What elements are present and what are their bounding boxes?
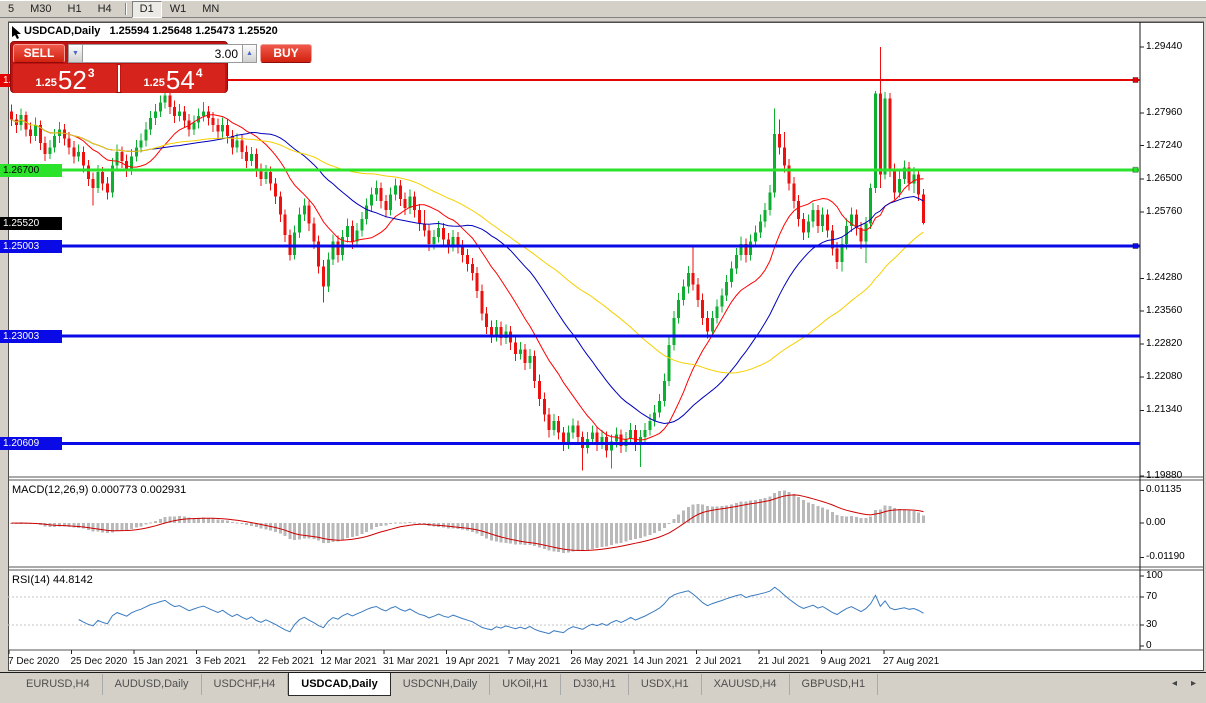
date-tick-label: 22 Feb 2021 (258, 656, 315, 667)
tab-usdcnh-daily[interactable]: USDCNH,Daily (391, 674, 491, 695)
tab-scroll-left-icon[interactable]: ◂ (1172, 679, 1177, 689)
period-button-mn[interactable]: MN (194, 1, 227, 18)
tab-usdchf-h4[interactable]: USDCHF,H4 (202, 674, 289, 695)
level-price-badge: 1.23003 (0, 329, 62, 343)
chart-ohlc-header: USDCAD,Daily 1.25594 1.25648 1.25473 1.2… (24, 25, 284, 37)
date-tick-label: 15 Jan 2021 (133, 656, 189, 667)
tab-eurusd-h4[interactable]: EURUSD,H4 (14, 674, 103, 695)
buy-price-pip: 4 (195, 66, 203, 80)
macd-indicator-label: MACD(12,26,9) 0.000773 0.002931 (12, 484, 187, 496)
period-toolbar: 5 M30 H1 H4 D1 W1 MN (0, 0, 1206, 18)
price-tick-label: 1.27960 (1146, 107, 1183, 119)
symbol-tab-bar: EURUSD,H4 AUDUSD,Daily USDCHF,H4 USDCAD,Dai… (0, 672, 1206, 698)
price-tick-label: 1.23560 (1146, 304, 1183, 316)
price-tick-label: 1.22820 (1146, 338, 1183, 349)
level-price-badge: 1.26700 (0, 163, 62, 177)
tab-dj30-h1[interactable]: DJ30,H1 (561, 674, 629, 695)
tab-scroll-right-icon[interactable]: ▸ (1191, 679, 1196, 689)
price-divider (118, 65, 120, 92)
chart-symbol-label: USDCAD,Daily (24, 25, 101, 37)
price-tick-label: 1.24280 (1146, 272, 1183, 284)
toolbar-separator (124, 2, 127, 15)
buy-button[interactable]: BUY (260, 44, 312, 63)
macd-tick-label: -0.01190 (1146, 551, 1185, 563)
buy-price-main: 54 (165, 65, 195, 95)
buy-price-display[interactable]: 1.25 54 4 (121, 64, 225, 93)
sell-price-main: 52 (57, 65, 87, 95)
chart-quotes-label: 1.25594 1.25648 1.25473 1.25520 (109, 25, 278, 37)
price-tick-label: 1.27240 (1146, 139, 1183, 151)
volume-spinner: ▼ ▲ (68, 44, 257, 63)
date-tick-label: 26 May 2021 (570, 656, 629, 667)
rsi-pane[interactable] (8, 571, 1140, 649)
sell-button[interactable]: SELL (13, 44, 65, 63)
date-tick-label: 7 May 2021 (508, 656, 561, 667)
tab-audusd-daily[interactable]: AUDUSD,Daily (103, 674, 202, 695)
price-tick-label: 1.26500 (1146, 172, 1183, 184)
tab-gbpusd-h1[interactable]: GBPUSD,H1 (790, 674, 879, 695)
chevron-up-icon: ▲ (246, 50, 253, 57)
price-tick-label: 1.21340 (1146, 404, 1183, 416)
date-tick-label: 31 Mar 2021 (383, 656, 440, 667)
price-tick-label: 1.19880 (1146, 470, 1183, 482)
period-button-h4[interactable]: H4 (90, 1, 120, 18)
level-price-badge: 1.25003 (0, 239, 62, 253)
volume-input[interactable] (83, 44, 242, 63)
cursor-arrow-icon (12, 26, 21, 39)
sell-price-display[interactable]: 1.25 52 3 (13, 64, 117, 93)
date-tick-label: 21 Jul 2021 (758, 656, 810, 667)
chevron-down-icon: ▼ (72, 50, 79, 57)
tab-usdcad-daily[interactable]: USDCAD,Daily (288, 673, 391, 696)
rsi-tick-label: 70 (1146, 591, 1158, 602)
period-button-m30[interactable]: M30 (22, 1, 59, 18)
price-tick-label: 1.22080 (1146, 371, 1183, 383)
rsi-indicator-label: RSI(14) 44.8142 (12, 574, 93, 586)
current-price-badge: 1.25520 (0, 216, 62, 230)
tab-xauusd-h4[interactable]: XAUUSD,H4 (702, 674, 790, 695)
date-tick-label: 2 Jul 2021 (695, 656, 742, 667)
tab-ukoil-h1[interactable]: UKOil,H1 (490, 674, 562, 695)
date-tick-label: 27 Aug 2021 (883, 656, 940, 667)
date-tick-label: 14 Jun 2021 (633, 656, 689, 667)
period-button-5[interactable]: 5 (0, 1, 22, 18)
date-tick-label: 3 Feb 2021 (195, 656, 247, 667)
date-tick-label: 19 Apr 2021 (445, 656, 500, 667)
price-tick-label: 1.29440 (1146, 40, 1183, 52)
buy-price-prefix: 1.25 (143, 77, 165, 89)
date-tick-label: 12 Mar 2021 (320, 656, 377, 667)
volume-decrease-button[interactable]: ▼ (68, 44, 83, 63)
sell-price-prefix: 1.25 (35, 77, 57, 89)
rsi-tick-label: 30 (1146, 619, 1158, 630)
level-price-badge: 1.20609 (0, 437, 62, 451)
macd-tick-label: 0.01135 (1146, 484, 1182, 496)
period-button-w1[interactable]: W1 (162, 1, 195, 18)
volume-increase-button[interactable]: ▲ (242, 44, 257, 63)
rsi-tick-label: 0 (1146, 640, 1152, 651)
price-tick-label: 1.25760 (1146, 206, 1183, 217)
application-window: 5 M30 H1 H4 D1 W1 MN 1.29440 1.27960 1.27240 1.26… (0, 0, 1206, 703)
period-button-d1[interactable]: D1 (131, 0, 162, 18)
date-tick-label: 25 Dec 2020 (70, 656, 128, 667)
macd-tick-label: 0.00 (1146, 517, 1166, 528)
tab-usdx-h1[interactable]: USDX,H1 (629, 674, 702, 695)
date-tick-label: 7 Dec 2020 (8, 656, 60, 667)
rsi-tick-label: 100 (1146, 570, 1163, 581)
one-click-trading-panel: SELL ▼ ▲ BUY 1.25 52 3 1.25 54 (10, 41, 312, 93)
date-tick-label: 9 Aug 2021 (820, 656, 872, 667)
period-button-h1[interactable]: H1 (60, 1, 90, 18)
sell-price-pip: 3 (87, 66, 95, 80)
